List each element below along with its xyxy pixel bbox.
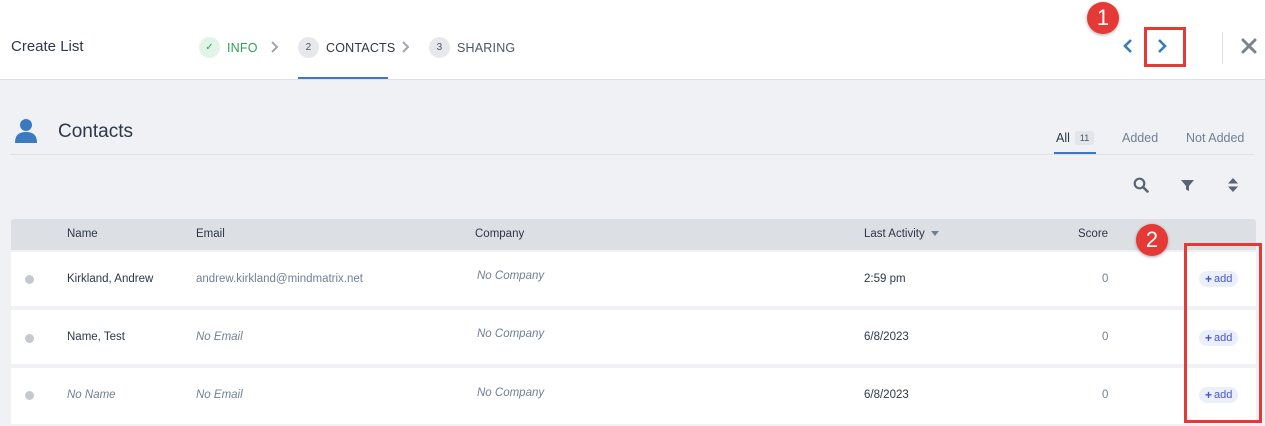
filter-tab-added[interactable]: Added: [1122, 131, 1158, 145]
contact-name: Name, Test: [67, 331, 125, 343]
table-row[interactable]: Name, Test No Email No Company 6/8/2023 …: [11, 310, 1256, 364]
previous-step-button[interactable]: [1120, 36, 1136, 56]
contact-email: andrew.kirkland@mindmatrix.net: [196, 273, 363, 285]
close-button[interactable]: [1239, 36, 1259, 56]
filter-tab-all[interactable]: All 11: [1056, 131, 1095, 145]
sort-button[interactable]: [1224, 176, 1242, 194]
close-icon: [1241, 38, 1257, 54]
filter-tab-not-added[interactable]: Not Added: [1186, 131, 1244, 145]
contact-company: No Company: [477, 270, 545, 282]
contact-company: No Company: [477, 387, 545, 399]
contact-score: 0: [1102, 331, 1109, 343]
step-info-label: INFO: [227, 40, 258, 55]
annotation-badge-2: 2: [1136, 224, 1168, 256]
last-activity-label: Last Activity: [864, 228, 925, 240]
column-header-name[interactable]: Name: [67, 228, 98, 240]
step-info[interactable]: ✓ INFO: [199, 37, 258, 58]
contact-last-activity: 6/8/2023: [864, 389, 909, 401]
wizard-header: Create List ✓ INFO 2 CONTACTS 3 SHARING: [0, 0, 1265, 80]
highlight-next-button: [1144, 27, 1186, 67]
section-title: Contacts: [58, 121, 133, 142]
contact-email: No Email: [196, 331, 243, 343]
chevron-left-icon: [1123, 39, 1132, 53]
chevron-right-icon: [402, 41, 410, 53]
filter-icon: [1180, 179, 1194, 191]
person-icon: [15, 119, 37, 143]
column-header-email[interactable]: Email: [196, 228, 225, 240]
check-icon: ✓: [199, 37, 220, 58]
step-sharing[interactable]: 3 SHARING: [429, 37, 515, 58]
contact-last-activity: 6/8/2023: [864, 331, 909, 343]
page-title: Create List: [11, 38, 84, 55]
active-step-indicator: [298, 77, 388, 79]
sort-icon: [1228, 178, 1238, 192]
status-dot: [25, 391, 34, 400]
section-divider: [11, 154, 1254, 155]
step-sharing-number: 3: [429, 37, 450, 58]
filter-all-count: 11: [1074, 131, 1095, 145]
column-header-score[interactable]: Score: [1078, 228, 1108, 240]
sort-descending-icon: [930, 231, 939, 237]
contact-company: No Company: [477, 328, 545, 340]
column-header-company[interactable]: Company: [475, 228, 524, 240]
header-divider: [1222, 32, 1223, 64]
contact-email: No Email: [196, 389, 243, 401]
search-button[interactable]: [1132, 176, 1150, 194]
step-sharing-label: SHARING: [457, 40, 516, 55]
search-icon: [1133, 177, 1149, 193]
filter-button[interactable]: [1178, 176, 1196, 194]
annotation-badge-1: 1: [1087, 2, 1119, 34]
status-dot: [25, 334, 34, 343]
contact-name: Kirkland, Andrew: [67, 273, 154, 285]
status-dot: [25, 275, 34, 284]
contact-score: 0: [1102, 389, 1109, 401]
contact-score: 0: [1102, 273, 1109, 285]
column-header-last-activity[interactable]: Last Activity: [864, 228, 939, 240]
table-row[interactable]: No Name No Email No Company 6/8/2023 0 +…: [11, 368, 1256, 424]
highlight-add-buttons: [1184, 243, 1262, 423]
chevron-right-icon: [271, 41, 279, 53]
step-contacts[interactable]: 2 CONTACTS: [298, 37, 395, 58]
contact-name: No Name: [67, 389, 116, 401]
contact-last-activity: 2:59 pm: [864, 273, 906, 285]
table-row[interactable]: Kirkland, Andrew andrew.kirkland@mindmat…: [11, 252, 1256, 306]
filter-all-label: All: [1056, 131, 1070, 145]
step-contacts-label: CONTACTS: [326, 40, 396, 55]
step-contacts-number: 2: [298, 37, 319, 58]
